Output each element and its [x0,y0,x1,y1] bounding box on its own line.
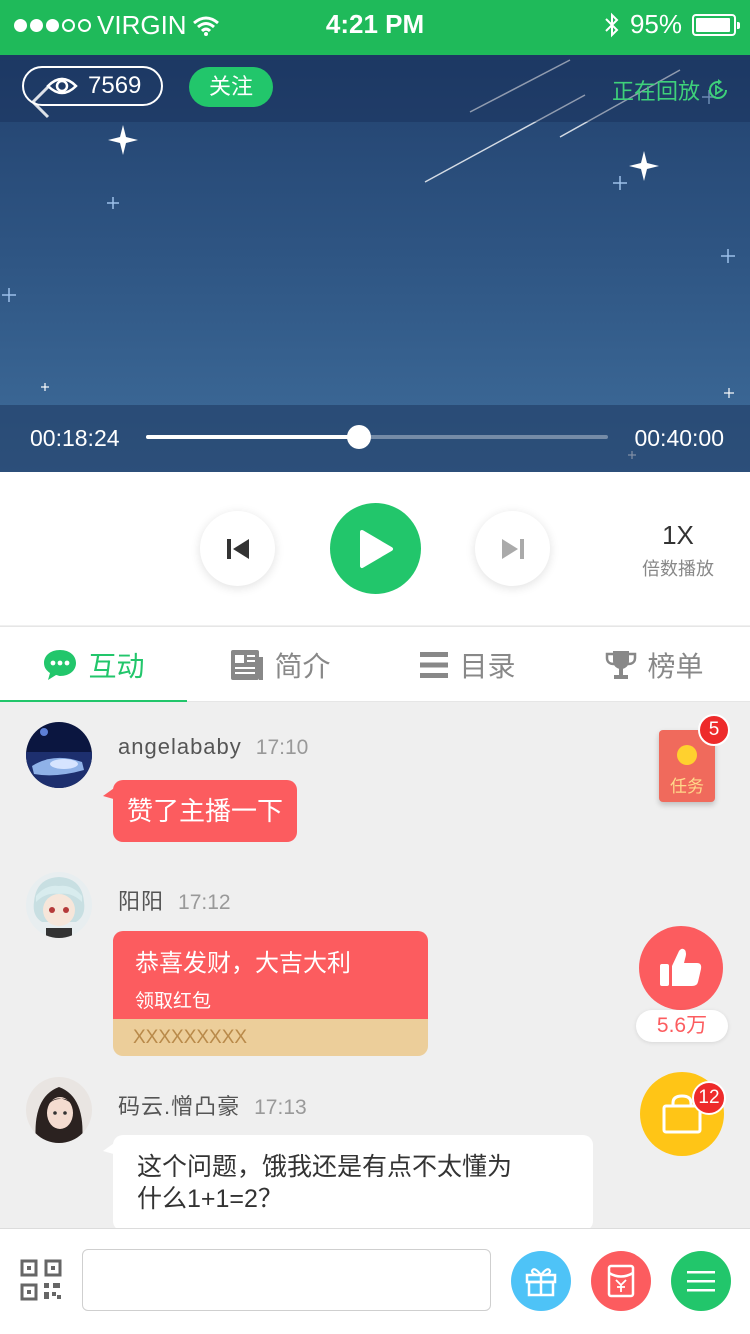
play-button[interactable] [330,503,421,594]
total-time: 00:40:00 [634,425,724,451]
progress-slider[interactable] [146,425,608,449]
red-envelope-button[interactable] [591,1251,651,1311]
chat-list[interactable]: angelababy 17:10 赞了主播一下 阳阳 17:12 恭喜发财，大吉大利… [0,702,750,1228]
qr-code-icon[interactable] [20,1259,62,1301]
viewer-count-pill: 7569 [22,66,163,106]
thumbs-up-icon [660,948,702,986]
replay-icon [709,79,727,99]
speed-value: 1X [662,520,694,550]
next-button[interactable] [475,511,550,586]
avatar-image [26,1077,92,1143]
red-packet-message[interactable]: 恭喜发财，大吉大利 领取红包 XXXXXXXXX [113,931,428,1056]
tab-label: 互动 [88,651,145,682]
message-text-line: 这个问题，饿我还是有点不太懂为 [137,1153,513,1181]
tab-ranking[interactable]: 榜单 [561,627,748,703]
menu-icon [687,1271,715,1292]
progress-knob[interactable] [346,425,371,449]
status-right: 95% [604,9,740,40]
speed-label: 倍数播放 [642,559,714,579]
speed-control[interactable]: 1X 倍数播放 [630,520,726,581]
tab-label: 简介 [274,651,331,682]
username-text: 码云.憎凸豪 [118,1094,241,1119]
red-packet-title: 恭喜发财，大吉大利 [135,950,351,977]
tab-label: 目录 [459,651,516,682]
progress-area: 00:18:24 00:40:00 [0,405,750,472]
chat-bubble-icon [44,650,77,680]
message-time: 17:12 [178,891,231,914]
skip-next-icon [501,538,524,559]
viewer-count: 7569 [88,72,142,99]
tab-catalog[interactable]: 目录 [374,627,561,703]
shop-badge: 12 [692,1081,726,1115]
replay-status[interactable]: 正在回放 [612,74,730,106]
tab-interaction[interactable]: 互动 [0,627,187,704]
avatar[interactable] [26,872,92,938]
comment-input[interactable] [82,1249,491,1311]
like-button[interactable] [639,926,723,1010]
bluetooth-icon [605,12,619,37]
tab-label: 榜单 [647,651,704,682]
play-icon [359,529,393,568]
gift-icon [525,1268,557,1297]
avatar-image [26,872,92,938]
like-count: 5.6万 [636,1010,728,1042]
message-time: 17:10 [255,736,309,759]
newspaper-icon [231,650,264,680]
battery-icon [692,13,740,36]
battery-percent: 95% [629,9,682,39]
eye-icon [46,77,78,95]
red-envelope-icon [607,1264,635,1298]
avatar-image [26,722,92,788]
progress-played [146,435,359,439]
status-bar: VIRGIN 4:21 PM 95% [0,0,750,55]
red-packet-footer: XXXXXXXXX [113,1019,428,1056]
playback-controls: 1X 倍数播放 [0,472,750,625]
message-bubble: 这个问题，饿我还是有点不太懂为 什么1+1=2？ [103,1135,593,1228]
menu-button[interactable] [671,1251,731,1311]
tab-intro[interactable]: 简介 [187,627,374,703]
coin-icon [677,745,697,765]
follow-button[interactable]: 关注 [189,67,273,107]
video-player[interactable]: 7569 关注 正在回放 00:18:24 00:40:00 [0,55,750,472]
tab-bar: 互动 简介 目录 榜单 [0,626,750,704]
avatar[interactable] [26,722,92,788]
avatar[interactable] [26,1077,92,1143]
message-username: 码云.憎凸豪 17:13 [118,1089,307,1121]
list-icon [420,652,449,678]
username-text: 阳阳 [118,889,165,914]
bottom-input-bar [0,1228,750,1334]
gift-button[interactable] [511,1251,571,1311]
replay-label: 正在回放 [611,79,700,104]
current-time: 00:18:24 [30,425,120,451]
skip-previous-icon [226,538,249,559]
message-bubble: 赞了主播一下 [102,780,298,842]
username-text: angelababy [118,734,242,759]
red-packet-subtitle: 领取红包 [135,991,212,1012]
message-username: angelababy 17:10 [118,734,308,760]
message-text-line: 什么1+1=2？ [137,1185,283,1213]
previous-button[interactable] [200,511,275,586]
red-packet-body: 恭喜发财，大吉大利 领取红包 [113,931,428,1019]
message-username: 阳阳 17:12 [118,884,231,916]
trophy-icon [606,651,637,679]
task-badge: 5 [698,714,730,746]
message-time: 17:13 [254,1096,307,1119]
task-label: 任务 [670,777,704,796]
